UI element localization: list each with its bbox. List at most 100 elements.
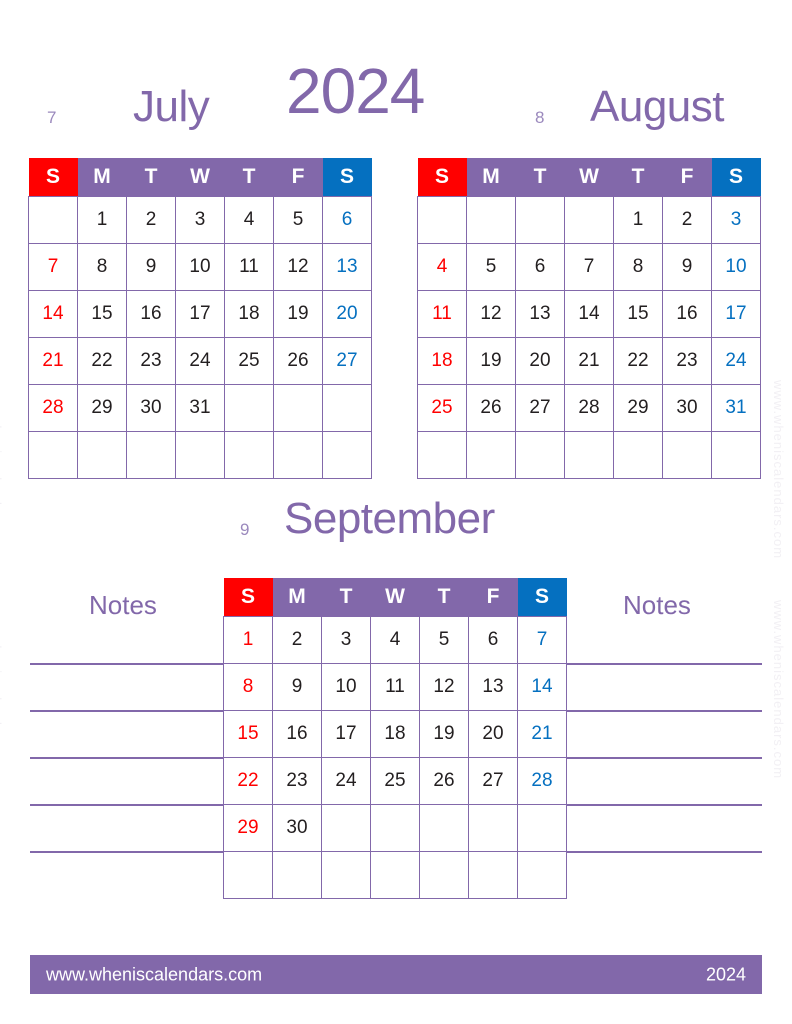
day-cell[interactable]: 27: [515, 383, 565, 432]
day-cell[interactable]: 16: [126, 289, 176, 338]
calendar-week-row: 123456: [28, 195, 372, 244]
day-cell[interactable]: 29: [613, 383, 663, 432]
day-cell[interactable]: 31: [175, 383, 225, 432]
day-cell[interactable]: 26: [273, 336, 323, 385]
day-cell[interactable]: 3: [175, 195, 225, 244]
day-cell[interactable]: 19: [466, 336, 516, 385]
day-cell[interactable]: 23: [272, 756, 322, 805]
day-cell[interactable]: 19: [273, 289, 323, 338]
day-cell[interactable]: 25: [370, 756, 420, 805]
day-cell[interactable]: 11: [224, 242, 274, 291]
day-cell[interactable]: 5: [419, 615, 469, 664]
day-cell[interactable]: 28: [564, 383, 614, 432]
day-cell[interactable]: 24: [711, 336, 761, 385]
calendar-month-september[interactable]: S M T W T F S 1 2 3 4 5 6 7 8 9 10 11 12 13 14 15 16 17 18 19 20 21…: [223, 578, 567, 899]
day-cell[interactable]: 15: [77, 289, 127, 338]
day-cell[interactable]: 14: [517, 662, 567, 711]
day-cell[interactable]: 18: [224, 289, 274, 338]
day-cell[interactable]: 20: [515, 336, 565, 385]
day-cell[interactable]: 26: [466, 383, 516, 432]
day-cell[interactable]: 26: [419, 756, 469, 805]
day-cell[interactable]: 14: [28, 289, 78, 338]
day-cell[interactable]: 21: [28, 336, 78, 385]
day-cell[interactable]: 13: [322, 242, 372, 291]
day-cell[interactable]: 29: [223, 803, 273, 852]
day-cell[interactable]: 24: [175, 336, 225, 385]
day-cell[interactable]: 8: [77, 242, 127, 291]
day-cell[interactable]: 2: [272, 615, 322, 664]
day-cell[interactable]: 14: [564, 289, 614, 338]
day-cell[interactable]: 7: [28, 242, 78, 291]
day-cell[interactable]: 13: [515, 289, 565, 338]
day-cell[interactable]: 18: [370, 709, 420, 758]
day-cell[interactable]: 1: [613, 195, 663, 244]
day-cell[interactable]: 7: [564, 242, 614, 291]
day-cell[interactable]: 21: [564, 336, 614, 385]
day-cell[interactable]: 21: [517, 709, 567, 758]
day-cell[interactable]: 25: [224, 336, 274, 385]
day-cell[interactable]: 12: [273, 242, 323, 291]
day-cell[interactable]: 23: [126, 336, 176, 385]
day-cell[interactable]: 1: [223, 615, 273, 664]
day-cell[interactable]: 12: [466, 289, 516, 338]
day-cell[interactable]: 6: [468, 615, 518, 664]
day-cell[interactable]: 4: [417, 242, 467, 291]
weekday-header-0: S: [223, 578, 273, 616]
day-cell[interactable]: 22: [613, 336, 663, 385]
day-cell[interactable]: 5: [273, 195, 323, 244]
day-cell[interactable]: 25: [417, 383, 467, 432]
day-cell[interactable]: 6: [322, 195, 372, 244]
day-cell[interactable]: 23: [662, 336, 712, 385]
day-cell[interactable]: 8: [223, 662, 273, 711]
day-cell[interactable]: 24: [321, 756, 371, 805]
day-cell-empty: [419, 803, 469, 852]
day-cell[interactable]: 5: [466, 242, 516, 291]
day-cell[interactable]: 2: [662, 195, 712, 244]
day-cell[interactable]: 3: [321, 615, 371, 664]
day-cell[interactable]: 27: [322, 336, 372, 385]
day-cell[interactable]: 20: [468, 709, 518, 758]
day-cell[interactable]: 9: [126, 242, 176, 291]
calendar-month-july[interactable]: S M T W T F S 1 2 3 4 5 6 7 8 9 10 11 12 13 14 15 16 17 18 19 20 21…: [28, 158, 372, 479]
day-cell[interactable]: 18: [417, 336, 467, 385]
day-cell[interactable]: 31: [711, 383, 761, 432]
day-cell[interactable]: 6: [515, 242, 565, 291]
day-cell[interactable]: 10: [321, 662, 371, 711]
day-cell[interactable]: 3: [711, 195, 761, 244]
day-cell[interactable]: 11: [417, 289, 467, 338]
calendar-month-august[interactable]: S M T W T F S 1 2 3 4 5 6 7 8 9 10 11 12 13 14 15 16 17 18 19 20 21…: [417, 158, 761, 479]
day-cell[interactable]: 9: [662, 242, 712, 291]
day-cell[interactable]: 2: [126, 195, 176, 244]
day-cell[interactable]: 28: [517, 756, 567, 805]
day-cell[interactable]: 12: [419, 662, 469, 711]
day-cell[interactable]: 28: [28, 383, 78, 432]
day-cell[interactable]: 4: [370, 615, 420, 664]
day-cell[interactable]: 11: [370, 662, 420, 711]
day-cell[interactable]: 20: [322, 289, 372, 338]
day-cell[interactable]: 9: [272, 662, 322, 711]
day-cell[interactable]: 29: [77, 383, 127, 432]
day-cell[interactable]: 22: [77, 336, 127, 385]
day-cell[interactable]: 16: [272, 709, 322, 758]
day-cell[interactable]: 4: [224, 195, 274, 244]
day-cell[interactable]: 22: [223, 756, 273, 805]
day-cell[interactable]: 30: [126, 383, 176, 432]
footer-website-url[interactable]: www.wheniscalendars.com: [46, 964, 262, 985]
day-cell[interactable]: 19: [419, 709, 469, 758]
day-cell[interactable]: 17: [711, 289, 761, 338]
day-cell[interactable]: 8: [613, 242, 663, 291]
day-cell[interactable]: 17: [175, 289, 225, 338]
day-cell[interactable]: 1: [77, 195, 127, 244]
day-cell[interactable]: 10: [175, 242, 225, 291]
day-cell[interactable]: 13: [468, 662, 518, 711]
day-cell[interactable]: 10: [711, 242, 761, 291]
day-cell[interactable]: 15: [223, 709, 273, 758]
day-cell[interactable]: 30: [662, 383, 712, 432]
day-cell[interactable]: 7: [517, 615, 567, 664]
day-cell[interactable]: 30: [272, 803, 322, 852]
day-cell[interactable]: 17: [321, 709, 371, 758]
day-cell[interactable]: 16: [662, 289, 712, 338]
weekday-header-2: T: [515, 158, 565, 196]
day-cell[interactable]: 15: [613, 289, 663, 338]
day-cell[interactable]: 27: [468, 756, 518, 805]
